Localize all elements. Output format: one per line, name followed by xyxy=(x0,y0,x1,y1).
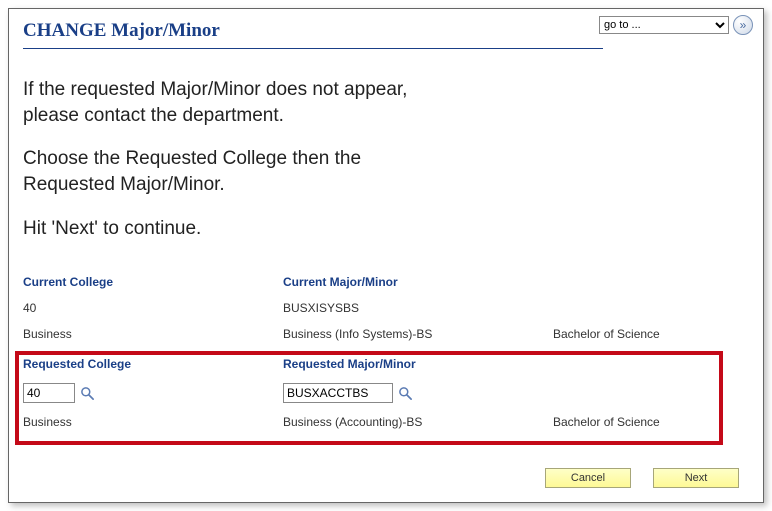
lookup-major-button[interactable] xyxy=(397,385,413,401)
chevron-right-icon: » xyxy=(740,18,747,32)
current-major-name: Business (Info Systems)-BS xyxy=(283,325,553,343)
page-frame: go to ... » CHANGE Major/Minor If the re… xyxy=(8,8,764,503)
instruction-line: Requested Major/Minor. xyxy=(23,174,225,195)
requested-major-header: Requested Major/Minor xyxy=(283,357,553,373)
instruction-line: If the requested Major/Minor does not ap… xyxy=(23,79,407,100)
data-area: Current College Current Major/Minor 40 B… xyxy=(23,275,749,431)
requested-college-input[interactable] xyxy=(23,383,75,403)
requested-grid: Requested College Requested Major/Minor xyxy=(23,343,749,431)
instruction-line: Hit 'Next' to continue. xyxy=(23,218,201,239)
page-title: CHANGE Major/Minor xyxy=(23,17,603,49)
magnifier-icon xyxy=(80,386,95,401)
goto-select[interactable]: go to ... xyxy=(599,16,729,34)
magnifier-icon xyxy=(398,386,413,401)
cancel-button[interactable]: Cancel xyxy=(545,468,631,488)
go-button[interactable]: » xyxy=(733,15,753,35)
current-college-name: Business xyxy=(23,325,283,343)
current-degree: Bachelor of Science xyxy=(553,325,733,343)
top-right-controls: go to ... » xyxy=(599,15,753,35)
requested-college-header: Requested College xyxy=(23,357,283,373)
lookup-college-button[interactable] xyxy=(79,385,95,401)
current-grid: Current College Current Major/Minor 40 B… xyxy=(23,275,749,343)
requested-major-input[interactable] xyxy=(283,383,393,403)
requested-college-name: Business xyxy=(23,413,283,431)
current-college-header: Current College xyxy=(23,275,283,291)
requested-major-name: Business (Accounting)-BS xyxy=(283,413,553,431)
instruction-line: please contact the department. xyxy=(23,105,284,126)
instruction-line: Choose the Requested College then the xyxy=(23,148,361,169)
instructions-block: If the requested Major/Minor does not ap… xyxy=(23,77,749,241)
current-college-code: 40 xyxy=(23,299,283,317)
footer-buttons: Cancel Next xyxy=(545,468,739,488)
requested-degree: Bachelor of Science xyxy=(553,413,733,431)
current-major-code: BUSXISYSBS xyxy=(283,299,553,317)
next-button[interactable]: Next xyxy=(653,468,739,488)
current-major-header: Current Major/Minor xyxy=(283,275,553,291)
